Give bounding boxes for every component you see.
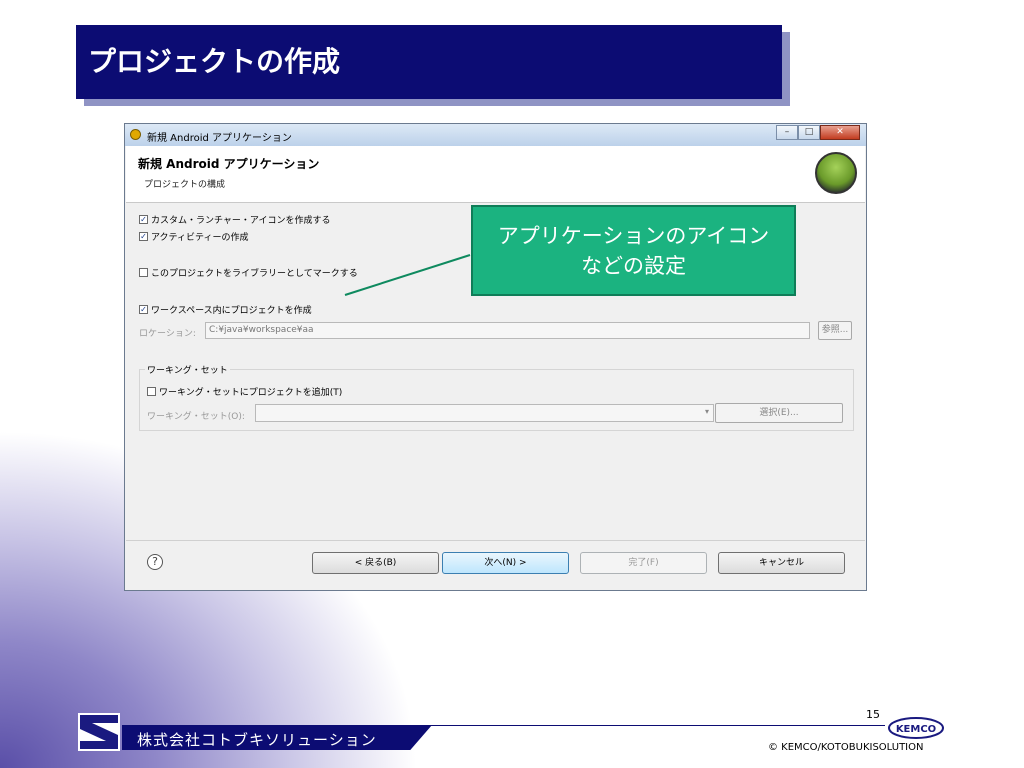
callout-line-2: などの設定 [581, 253, 686, 278]
callout-pointer-line [344, 254, 471, 296]
kemco-logo-icon: KEMCO [888, 717, 944, 739]
callout-box: アプリケーションのアイコン などの設定 [471, 205, 796, 296]
footer-line [420, 725, 885, 726]
callout-line-1: アプリケーションのアイコン [497, 223, 770, 248]
kotobuki-logo-icon [78, 713, 120, 751]
kemco-logo-text: KEMCO [896, 724, 936, 735]
company-name: 株式会社コトブキソリューション [137, 731, 377, 749]
copyright-text: © KEMCO/KOTOBUKISOLUTION [768, 742, 924, 753]
page-number: 15 [866, 708, 880, 721]
